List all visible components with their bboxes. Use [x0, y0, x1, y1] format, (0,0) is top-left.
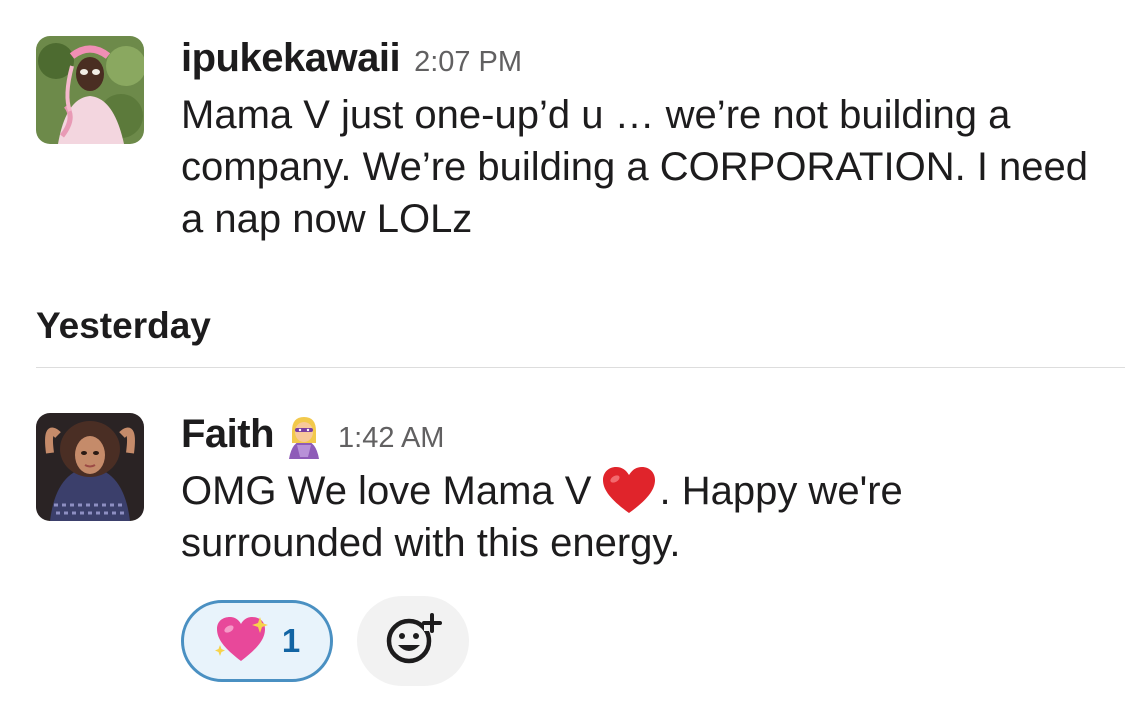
- user-avatar-photo-icon: [36, 36, 144, 144]
- message-ipukekawaii: ipukekawaii 2:07 PM Mama V just one-up’d…: [0, 0, 1125, 290]
- timestamp[interactable]: 2:07 PM: [414, 46, 522, 79]
- message-text: Mama V just one-up’d u … we’re not build…: [181, 93, 1089, 241]
- message-faith: Faith 1:42 AM OMG We love Mama V. Happy …: [0, 390, 1125, 709]
- reaction-pill[interactable]: 1: [181, 600, 333, 682]
- avatar[interactable]: [36, 413, 144, 521]
- sparkling-heart-emoji-icon: [214, 615, 268, 668]
- reactions-bar: 1: [181, 596, 469, 686]
- add-reaction-icon: [383, 611, 443, 672]
- add-reaction-button[interactable]: [357, 596, 469, 686]
- message-text: OMG We love Mama V. Happy we're surround…: [181, 465, 1095, 569]
- message-text-part: OMG We love Mama V: [181, 469, 592, 513]
- timestamp[interactable]: 1:42 AM: [338, 422, 444, 455]
- superhero-woman-emoji-icon: [284, 415, 324, 459]
- date-divider-label: Yesterday: [36, 305, 211, 346]
- author-name[interactable]: ipukekawaii: [181, 36, 401, 81]
- user-avatar-photo-icon: [36, 413, 144, 521]
- author-name[interactable]: Faith: [181, 412, 275, 457]
- avatar[interactable]: [36, 36, 144, 144]
- reaction-count: 1: [281, 622, 301, 659]
- red-heart-emoji-icon: [601, 466, 657, 516]
- divider: [36, 367, 1125, 368]
